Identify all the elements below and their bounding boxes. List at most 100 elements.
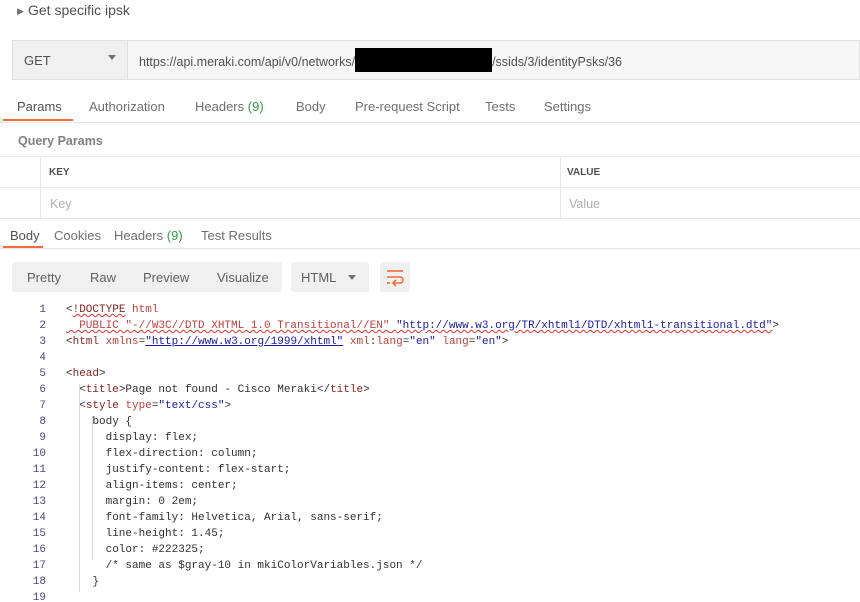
- redacted-network-id: [355, 48, 493, 72]
- code-token: justify-content: flex-start;: [66, 464, 291, 476]
- line-content: justify-content: flex-start;: [66, 464, 291, 476]
- line-number: 9: [39, 432, 46, 444]
- url-suffix: /ssids/3/identityPsks/36: [492, 54, 622, 69]
- tab-label: Tests: [485, 99, 516, 114]
- line-number: 11: [32, 464, 46, 476]
- raw-button[interactable]: Raw: [90, 270, 116, 285]
- line-number: 15: [32, 528, 46, 540]
- code-token: color: #222325;: [66, 544, 205, 556]
- code-token: "http://www.w3.org/TR/xhtml1/DTD/xhtml1-…: [396, 320, 773, 332]
- line-content: }: [66, 576, 99, 588]
- tab-tests[interactable]: Tests: [485, 99, 515, 114]
- code-token: "http://www.w3.org/1999/xhtml": [145, 336, 344, 348]
- code-line: 8 body {: [0, 416, 860, 432]
- code-line: 13 margin: 0 2em;: [0, 496, 860, 512]
- code-token: display: flex;: [66, 432, 199, 444]
- query-params-label: Query Params: [18, 134, 103, 148]
- line-content: <html xmlns="http://www.w3.org/1999/xhtm…: [66, 336, 508, 348]
- tab-label: Pre-request Script: [355, 99, 460, 114]
- value-input[interactable]: Value: [569, 197, 600, 211]
- code-token: <: [66, 368, 73, 380]
- code-token: <: [66, 384, 86, 396]
- code-line: 7 <style type="text/css">: [0, 400, 860, 416]
- code-token: <: [66, 336, 73, 348]
- request-tabs: Params Authorization Headers (9) Body Pr…: [0, 92, 860, 123]
- value-column-header: VALUE: [567, 167, 601, 178]
- line-content: body {: [66, 416, 132, 428]
- code-token: html: [132, 304, 159, 316]
- line-content: display: flex;: [66, 432, 198, 444]
- code-line: 10 flex-direction: column;: [0, 448, 860, 464]
- line-number: 16: [32, 544, 46, 556]
- code-token: <: [66, 400, 86, 412]
- code-token: head: [72, 368, 100, 380]
- code-line: 16 color: #222325;: [0, 544, 860, 560]
- response-tab-body[interactable]: Body: [10, 228, 40, 243]
- tab-label: Headers: [114, 228, 164, 243]
- response-tabs: Body Cookies Headers (9) Test Results: [0, 219, 860, 249]
- pretty-button[interactable]: Pretty: [27, 270, 61, 285]
- tab-settings[interactable]: Settings: [544, 99, 591, 114]
- format-label: HTML: [301, 270, 337, 285]
- url-bar: GET https://api.meraki.com/api/v0/networ…: [12, 40, 860, 80]
- line-content: <style type="text/css">: [66, 400, 231, 412]
- line-number: 10: [32, 448, 46, 460]
- code-line: 5 <head>: [0, 368, 860, 384]
- method-label: GET: [24, 53, 51, 68]
- code-line: 19: [0, 592, 860, 602]
- code-token: flex-direction: column;: [66, 448, 258, 460]
- view-mode-group: Pretty Raw Preview Visualize: [12, 262, 282, 292]
- tab-params[interactable]: Params: [17, 99, 62, 114]
- line-content: <title>Page not found - Cisco Meraki</ti…: [66, 384, 370, 396]
- code-token: >: [501, 336, 509, 348]
- url-input[interactable]: https://api.meraki.com/api/v0/networks/ /…: [139, 48, 622, 72]
- method-select[interactable]: GET: [13, 41, 128, 79]
- line-content: <head>: [66, 368, 106, 380]
- code-token: margin: 0 2em;: [66, 496, 199, 508]
- line-number: 12: [32, 480, 46, 492]
- response-tab-test-results[interactable]: Test Results: [201, 228, 272, 243]
- code-line: 2 PUBLIC "-//W3C//DTD XHTML 1.0 Transiti…: [0, 320, 860, 336]
- line-number: 17: [32, 560, 46, 572]
- tab-label: Test Results: [201, 228, 272, 243]
- code-token: !DOCTYPE: [72, 304, 126, 316]
- url-prefix: https://api.meraki.com/api/v0/networks/: [139, 54, 356, 69]
- code-line: 6 <title>Page not found - Cisco Meraki</…: [0, 384, 860, 400]
- visualize-button[interactable]: Visualize: [217, 270, 269, 285]
- line-number: 2: [39, 320, 46, 332]
- line-content: color: #222325;: [66, 544, 205, 556]
- format-select[interactable]: HTML: [291, 262, 369, 292]
- line-number: 19: [32, 592, 46, 602]
- code-token: xml: [349, 336, 370, 348]
- line-number: 13: [32, 496, 46, 508]
- line-content: <!DOCTYPE html: [66, 304, 158, 316]
- line-number: 5: [39, 368, 46, 380]
- caret-right-icon[interactable]: ▶: [17, 6, 24, 17]
- headers-count: (9): [247, 99, 264, 114]
- wrap-lines-button[interactable]: [380, 262, 410, 292]
- line-number: 4: [39, 352, 46, 364]
- code-line: 4: [0, 352, 860, 368]
- indent-guide: [79, 384, 80, 592]
- preview-button[interactable]: Preview: [143, 270, 189, 285]
- code-line: 15 line-height: 1.45;: [0, 528, 860, 544]
- tab-pre-request-script[interactable]: Pre-request Script: [355, 99, 460, 114]
- active-tab-indicator: [3, 246, 43, 248]
- response-tab-cookies[interactable]: Cookies: [54, 228, 101, 243]
- code-token: PUBLIC "-//W3C//DTD XHTML 1.0 Transition…: [66, 320, 390, 332]
- key-input[interactable]: Key: [50, 197, 72, 211]
- line-content: margin: 0 2em;: [66, 496, 198, 508]
- tab-authorization[interactable]: Authorization: [89, 99, 165, 114]
- code-token: "en": [475, 336, 502, 348]
- column-divider: [40, 157, 41, 219]
- code-token: type: [125, 400, 152, 412]
- tab-headers[interactable]: Headers (9): [195, 99, 264, 114]
- tab-body[interactable]: Body: [296, 99, 326, 114]
- line-content: flex-direction: column;: [66, 448, 258, 460]
- response-body-code[interactable]: 1 <!DOCTYPE html 2 PUBLIC "-//W3C//DTD XHT…: [0, 302, 860, 602]
- request-title-row[interactable]: ▶ Get specific ipsk: [0, 0, 860, 30]
- code-token: <: [66, 304, 73, 316]
- response-tab-headers[interactable]: Headers (9): [114, 228, 183, 243]
- chevron-down-icon: [108, 55, 116, 60]
